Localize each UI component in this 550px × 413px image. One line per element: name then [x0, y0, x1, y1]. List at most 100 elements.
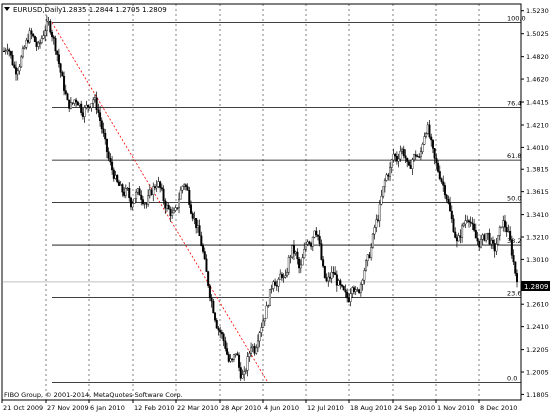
candle-body [286, 272, 289, 276]
candle-body [9, 51, 12, 56]
price-tick-label: 1.4620 [526, 76, 549, 84]
price-tick-label: 1.2205 [526, 346, 549, 354]
candle-body [157, 181, 160, 187]
fib-level-label: 76.4 [507, 100, 521, 108]
candle-body [27, 39, 30, 43]
candle-body [222, 333, 225, 342]
candle-body [488, 232, 491, 245]
candle-body [54, 38, 57, 52]
candle-body [68, 99, 71, 109]
candle-body [365, 260, 368, 271]
candle-body [337, 280, 340, 286]
fib-level-label: 0.0 [507, 375, 517, 383]
candle-body [310, 243, 313, 247]
candle-body [299, 264, 302, 269]
candle-body [100, 120, 103, 130]
candle-body [92, 99, 95, 104]
candle-body [316, 234, 319, 237]
candle-body [256, 340, 259, 349]
candle-body [407, 161, 410, 166]
candle-body [138, 188, 141, 196]
candle-body [45, 21, 48, 31]
candle-body [215, 319, 218, 329]
candle-body [18, 66, 21, 72]
candle-body [136, 188, 139, 193]
price-tick-label: 1.4415 [526, 99, 549, 107]
candle-body [371, 233, 374, 248]
candle-body [119, 184, 122, 186]
candle-body [214, 312, 217, 321]
candle-body [382, 186, 385, 197]
price-chart[interactable]: 100.076.461.850.038.223.60.0 1.52301.502… [0, 0, 550, 413]
candle-body [184, 184, 187, 187]
price-tick-label: 1.4820 [526, 53, 549, 61]
price-tick-label: 1.4210 [526, 121, 549, 129]
candle-body [128, 187, 131, 199]
time-axis: 21 Oct 2009 27 Nov 2009 6 Jan 2010 12 Feb 2… [1, 400, 517, 412]
candle-body [462, 223, 465, 227]
candle-body [238, 354, 241, 368]
candle-body [81, 112, 84, 117]
candle-body [320, 243, 323, 260]
candle-body [471, 222, 474, 225]
candle-body [361, 279, 364, 285]
candle-body [49, 21, 52, 33]
candle-body [469, 221, 472, 224]
candle-body [346, 291, 349, 299]
candle-body [311, 236, 314, 247]
candle-body [450, 210, 453, 220]
copyright-watermark: FIBO Group, © 2001-2014, MetaQuotes Soft… [4, 391, 183, 399]
candle-body [423, 136, 426, 145]
candle-body [63, 76, 66, 91]
price-tick-label: 1.2410 [526, 323, 549, 331]
candle-body [104, 132, 107, 140]
candle-body [377, 219, 380, 221]
candle-body [308, 241, 311, 244]
candle-body [153, 186, 156, 189]
candle-body [418, 156, 421, 158]
candle-body [251, 345, 254, 349]
candle-body [66, 93, 69, 101]
candle-body [76, 101, 79, 106]
triangle-down-icon[interactable] [4, 7, 10, 11]
candle-body [227, 354, 230, 362]
candle-body [102, 128, 105, 134]
candle-body [140, 194, 143, 200]
candle-body [250, 347, 253, 354]
candle-body [117, 181, 120, 186]
candle-body [93, 97, 96, 100]
candle-body [306, 241, 309, 245]
candle-body [498, 226, 501, 236]
price-tick-label: 1.5230 [526, 7, 549, 15]
candle-body [25, 39, 28, 48]
candle-body [244, 370, 247, 372]
candle-body [155, 186, 158, 189]
candle-body [380, 195, 383, 205]
candle-body [210, 297, 213, 302]
candle-body [455, 237, 458, 242]
current-price-label: 1.2809 [524, 283, 549, 291]
fibonacci-retracement[interactable]: 100.076.461.850.038.223.60.0 [52, 15, 526, 384]
time-tick-label: 8 Dec 2010 [480, 404, 517, 412]
candle-body [198, 225, 201, 237]
candle-body [123, 191, 126, 196]
candle-body [159, 181, 162, 188]
candle-body [351, 287, 354, 294]
candle-body [443, 185, 446, 196]
candle-body [457, 235, 460, 242]
candle-body [195, 218, 198, 229]
price-tick-label: 1.1805 [526, 391, 549, 399]
candle-body [280, 273, 283, 278]
candle-body [61, 72, 64, 77]
candle-body [490, 239, 493, 245]
candle-body [181, 186, 184, 191]
chart-window[interactable]: 100.0 76.4 61.8 50.0 38.2 23.6 0.0 1.5230 1.502… [0, 0, 550, 413]
candle-body [109, 158, 112, 163]
candle-body [291, 245, 294, 258]
candle-body [467, 220, 470, 223]
candle-body [90, 103, 93, 108]
candle-body [478, 240, 481, 248]
candle-body [37, 42, 40, 47]
candle-body [301, 257, 304, 266]
candle-body [152, 186, 155, 195]
